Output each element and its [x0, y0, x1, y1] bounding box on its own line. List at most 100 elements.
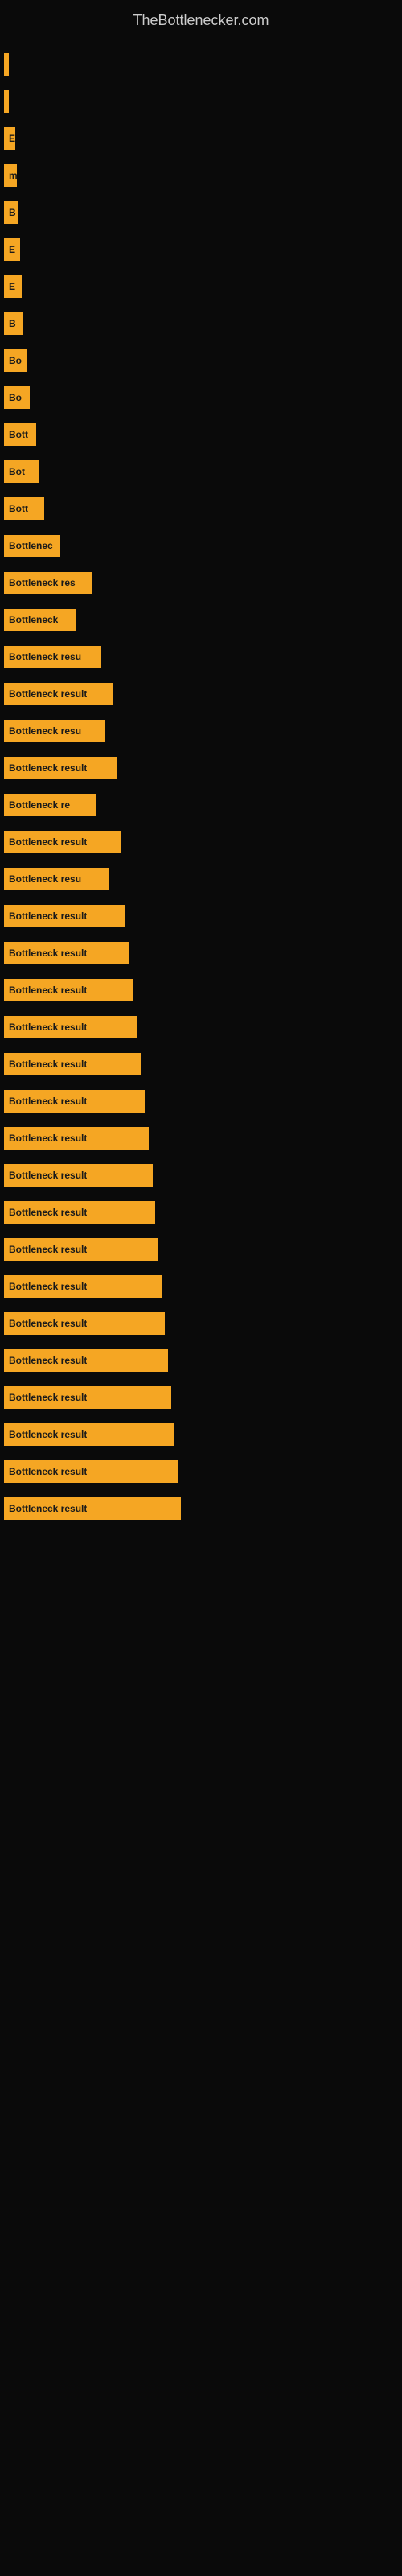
bar-row: Bottleneck result [0, 942, 402, 964]
bar-row: Bottleneck result [0, 1423, 402, 1446]
bar-item: Bo [4, 386, 30, 409]
bar-item: Bott [4, 423, 36, 446]
site-title: TheBottlenecker.com [0, 0, 402, 37]
bar-label: Bottleneck result [9, 1429, 87, 1440]
bar-item: Bottleneck resu [4, 646, 100, 668]
bar-item: Bottleneck result [4, 1053, 141, 1075]
bar-label: Bo [9, 392, 22, 403]
bar-item: Bottleneck result [4, 831, 121, 853]
bar-label: Bottleneck resu [9, 873, 81, 885]
bar-item: Bottlenec [4, 535, 60, 557]
bar-label: Bottleneck [9, 614, 58, 625]
bar-row: Bottleneck result [0, 683, 402, 705]
bar-row: Bottleneck result [0, 1460, 402, 1483]
bar-item: Bottleneck result [4, 757, 117, 779]
bar-row: Bo [0, 349, 402, 372]
bar-label: Bottleneck result [9, 1059, 87, 1070]
bar-label: Bottleneck resu [9, 651, 81, 663]
bar-row: Bottleneck result [0, 831, 402, 853]
bar-row: Bot [0, 460, 402, 483]
bar-item: Bottleneck result [4, 1090, 145, 1113]
bar-item: Bottleneck [4, 609, 76, 631]
bar-item: E [4, 238, 20, 261]
bar-label: Bott [9, 429, 28, 440]
bar-row: Bottleneck resu [0, 720, 402, 742]
bar-item: Bottleneck result [4, 1238, 158, 1261]
bar-item: Bottleneck result [4, 683, 113, 705]
bar-item: Bottleneck result [4, 1016, 137, 1038]
bar-item: m [4, 164, 17, 187]
bar-label: Bottleneck result [9, 1503, 87, 1514]
bar-item: Bottleneck resu [4, 868, 109, 890]
bars-container: EmBEEBBoBoBottBotBottBottlenecBottleneck… [0, 37, 402, 1550]
bar-row: Bottleneck result [0, 1275, 402, 1298]
bar-item: B [4, 312, 23, 335]
bar-label: Bottleneck result [9, 1355, 87, 1366]
bar-row: Bottleneck result [0, 1238, 402, 1261]
bar-label: Bottleneck result [9, 836, 87, 848]
bar-row: Bottleneck result [0, 1053, 402, 1075]
bar-row: E [0, 127, 402, 150]
bar-label: Bottleneck result [9, 1022, 87, 1033]
bar-item: Bottleneck result [4, 1386, 171, 1409]
bar-row: B [0, 201, 402, 224]
bar-item: Bottleneck result [4, 979, 133, 1001]
bar-label: Bottleneck result [9, 762, 87, 774]
bar-row: Bottlenec [0, 535, 402, 557]
bar-label: Bottleneck result [9, 1244, 87, 1255]
bar-item: Bottleneck result [4, 942, 129, 964]
bar-label: Bottleneck result [9, 1318, 87, 1329]
bar-row: Bottleneck result [0, 1497, 402, 1520]
bar-label: Bot [9, 466, 25, 477]
bar-label: Bottleneck resu [9, 725, 81, 737]
bar-label: Bottleneck result [9, 1096, 87, 1107]
bar-item: Bo [4, 349, 27, 372]
bar-row: Bottleneck result [0, 1386, 402, 1409]
bar-label: Bottleneck result [9, 1392, 87, 1403]
bar-label: E [9, 244, 15, 255]
bar-item: Bottleneck result [4, 1275, 162, 1298]
bar-row: Bottleneck result [0, 1164, 402, 1187]
site-title-container: TheBottlenecker.com [0, 0, 402, 37]
bar-item: Bottleneck result [4, 905, 125, 927]
bar-row: Bottleneck resu [0, 868, 402, 890]
bar-label: Bottleneck result [9, 1207, 87, 1218]
bar-row: Bottleneck re [0, 794, 402, 816]
bar-label: Bottleneck result [9, 947, 87, 959]
bar-label: Bottlenec [9, 540, 53, 551]
bar-label: B [9, 318, 16, 329]
bar-row: Bottleneck res [0, 572, 402, 594]
bar-label: Bottleneck result [9, 1170, 87, 1181]
bar-item: Bottleneck result [4, 1497, 181, 1520]
bar-item [4, 90, 9, 113]
bar-row: Bottleneck result [0, 1312, 402, 1335]
bar-item: Bottleneck resu [4, 720, 105, 742]
bar-label: E [9, 133, 15, 144]
bar-label: E [9, 281, 15, 292]
bar-row: Bottleneck result [0, 905, 402, 927]
bar-row: Bottleneck result [0, 1090, 402, 1113]
bar-item: Bottleneck result [4, 1164, 153, 1187]
bar-label: Bottleneck result [9, 985, 87, 996]
bar-row: Bottleneck result [0, 979, 402, 1001]
bar-label: Bottleneck res [9, 577, 76, 588]
bar-label: Bottleneck result [9, 910, 87, 922]
bar-item: Bot [4, 460, 39, 483]
bar-item: Bottleneck result [4, 1201, 155, 1224]
bar-row: E [0, 275, 402, 298]
bar-row [0, 90, 402, 113]
bar-row: Bottleneck resu [0, 646, 402, 668]
bar-row: Bottleneck result [0, 1016, 402, 1038]
bar-item: Bottleneck result [4, 1349, 168, 1372]
bar-row: Bottleneck result [0, 757, 402, 779]
bar-row: Bottleneck result [0, 1201, 402, 1224]
bar-row: E [0, 238, 402, 261]
bar-item: Bottleneck result [4, 1423, 174, 1446]
bar-row: Bottleneck result [0, 1127, 402, 1150]
bar-label: Bottleneck result [9, 1133, 87, 1144]
bar-item: E [4, 275, 22, 298]
bar-row: Bottleneck [0, 609, 402, 631]
bar-label: Bottleneck result [9, 688, 87, 700]
bar-label: Bott [9, 503, 28, 514]
bar-row: B [0, 312, 402, 335]
